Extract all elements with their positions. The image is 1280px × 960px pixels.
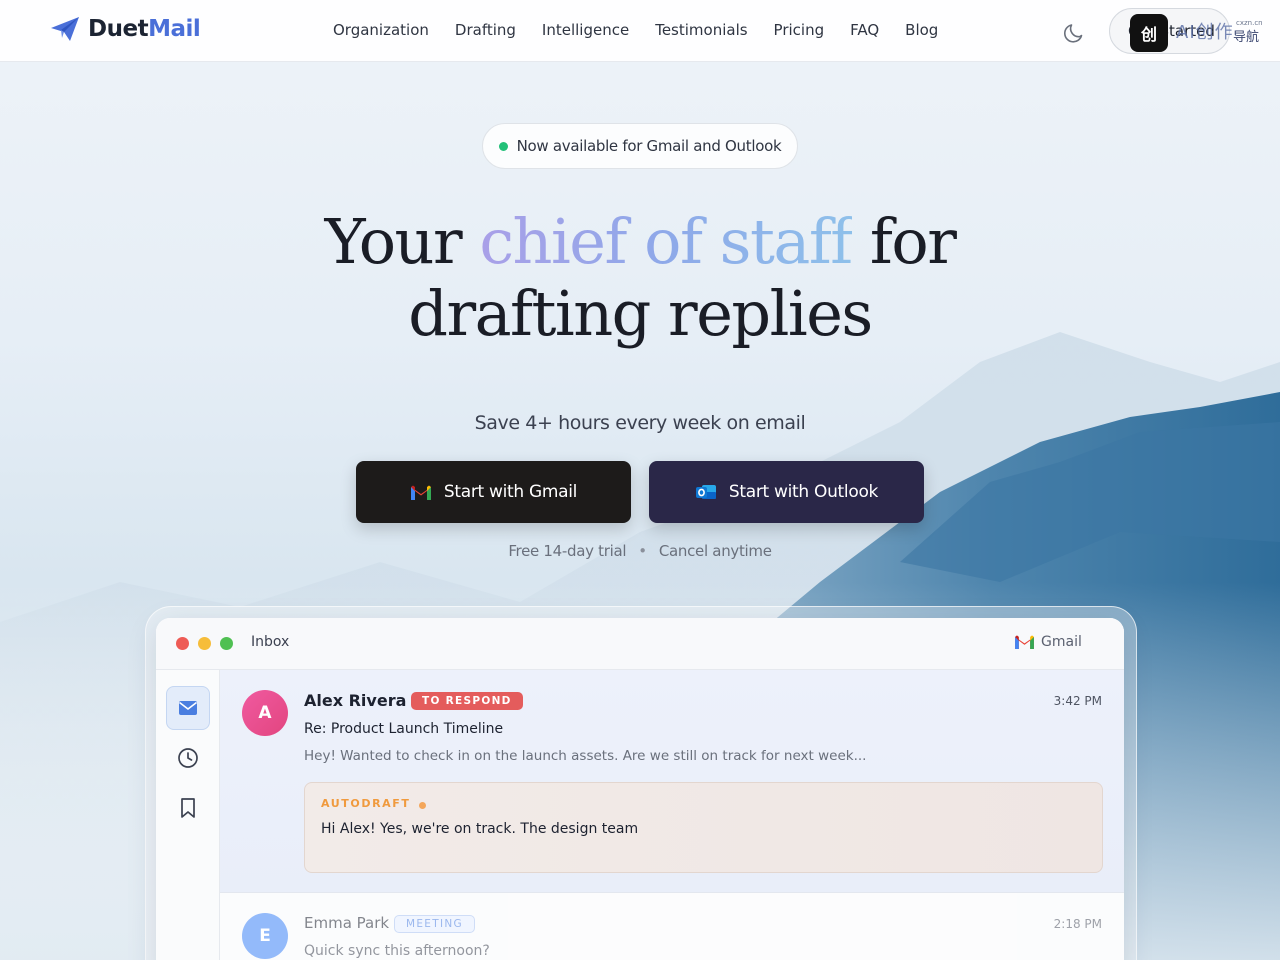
start-with-outlook-button[interactable]: Start with Outlook bbox=[649, 461, 924, 523]
watermark-subtext: 导航 bbox=[1233, 30, 1260, 45]
avatar: E bbox=[242, 913, 288, 959]
nav-link-intelligence[interactable]: Intelligence bbox=[542, 21, 629, 39]
availability-badge: Now available for Gmail and Outlook bbox=[482, 123, 798, 169]
hero-headline: Your chief of staff for drafting replies bbox=[324, 205, 957, 350]
inbox-window: Inbox Gmail A Alex Rivera TO RESPOND 3:4… bbox=[156, 618, 1124, 960]
email-subject: Quick sync this afternoon? bbox=[304, 943, 490, 959]
window-title: Inbox bbox=[251, 634, 290, 650]
clock-icon[interactable] bbox=[166, 736, 210, 780]
nav-link-pricing[interactable]: Pricing bbox=[774, 21, 825, 39]
moon-icon[interactable] bbox=[1062, 19, 1088, 45]
nav-link-faq[interactable]: FAQ bbox=[850, 21, 879, 39]
brand-logo[interactable]: DuetMail bbox=[50, 16, 201, 42]
status-badge: MEETING bbox=[394, 915, 475, 933]
watermark-text: AI创作 bbox=[1176, 22, 1234, 43]
sender-name: Emma Park bbox=[304, 914, 390, 932]
maximize-dot bbox=[220, 637, 233, 650]
outlook-icon bbox=[695, 485, 716, 499]
mail-icon[interactable] bbox=[166, 686, 210, 730]
minimize-dot bbox=[198, 637, 211, 650]
avatar: A bbox=[242, 690, 288, 736]
nav-link-testimonials[interactable]: Testimonials bbox=[655, 21, 747, 39]
gmail-icon bbox=[410, 485, 431, 500]
paper-plane-icon bbox=[51, 17, 79, 41]
autodraft-label: AUTODRAFT bbox=[321, 797, 411, 810]
nav-links: Organization Drafting Intelligence Testi… bbox=[333, 21, 964, 39]
nav-link-organization[interactable]: Organization bbox=[333, 21, 429, 39]
start-with-gmail-button[interactable]: Start with Gmail bbox=[356, 461, 631, 523]
email-subject: Re: Product Launch Timeline bbox=[304, 721, 504, 737]
autodraft-panel[interactable]: AUTODRAFT Hi Alex! Yes, we're on track. … bbox=[304, 782, 1103, 873]
status-dot bbox=[498, 141, 508, 151]
nav-link-drafting[interactable]: Drafting bbox=[455, 21, 516, 39]
inbox-sidebar bbox=[156, 670, 220, 960]
window-titlebar: Inbox Gmail bbox=[156, 618, 1124, 670]
hero-subtitle: Save 4+ hours every week on email bbox=[474, 412, 806, 434]
bookmark-icon[interactable] bbox=[166, 786, 210, 830]
top-navbar: DuetMail Organization Drafting Intellige… bbox=[0, 0, 1280, 62]
sender-name: Alex Rivera bbox=[304, 691, 407, 710]
brand-name: DuetMail bbox=[88, 16, 201, 42]
close-dot bbox=[176, 637, 189, 650]
gmail-icon bbox=[1015, 635, 1034, 650]
email-time: 2:18 PM bbox=[1053, 917, 1102, 931]
nav-link-blog[interactable]: Blog bbox=[905, 21, 938, 39]
email-row[interactable]: E Emma Park MEETING 2:18 PM Quick sync t… bbox=[220, 893, 1124, 960]
headline-highlight: chief of staff bbox=[479, 205, 853, 278]
email-list: A Alex Rivera TO RESPOND 3:42 PM Re: Pro… bbox=[220, 670, 1124, 960]
email-preview: Hey! Wanted to check in on the launch as… bbox=[304, 748, 867, 764]
watermark-logo: 创 bbox=[1130, 14, 1168, 52]
trial-info: Free 14-day trial • Cancel anytime bbox=[508, 542, 772, 560]
email-row[interactable]: A Alex Rivera TO RESPOND 3:42 PM Re: Pro… bbox=[220, 670, 1124, 893]
status-badge: TO RESPOND bbox=[411, 692, 523, 710]
typing-indicator bbox=[419, 802, 426, 809]
provider-label: Gmail bbox=[1014, 634, 1082, 650]
email-time: 3:42 PM bbox=[1053, 694, 1102, 708]
autodraft-text: Hi Alex! Yes, we're on track. The design… bbox=[321, 821, 639, 837]
